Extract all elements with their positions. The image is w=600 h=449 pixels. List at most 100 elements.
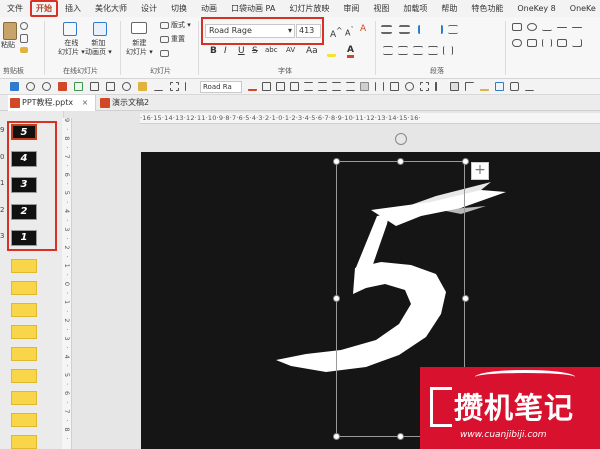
quick-align-left-icon[interactable]	[304, 82, 313, 91]
resize-handle-right[interactable]	[462, 295, 469, 302]
reset-button[interactable]: 重置	[171, 35, 185, 44]
tab-ppt-tutorial[interactable]: PPT教程.pptx ×	[8, 95, 96, 111]
align-center-icon[interactable]	[398, 46, 408, 55]
slide-thumbnail[interactable]	[11, 347, 37, 361]
menu-slideshow[interactable]: 幻灯片放映	[282, 0, 336, 17]
new-animation-page-icon[interactable]	[93, 22, 107, 36]
undo-icon[interactable]	[26, 82, 35, 91]
strikethrough-button[interactable]: S	[252, 46, 258, 56]
quick-align-right-icon[interactable]	[332, 82, 341, 91]
shape-freeform-icon[interactable]	[572, 39, 582, 47]
slide-thumbnail[interactable]	[11, 259, 37, 273]
menu-review[interactable]: 审阅	[336, 0, 366, 17]
new-slide-button[interactable]: 新建 幻灯片 ▾	[126, 39, 153, 57]
quick-fill-icon[interactable]	[480, 82, 489, 91]
save-icon[interactable]	[10, 82, 19, 91]
menu-animations[interactable]: 动画	[194, 0, 224, 17]
slide-thumbnail-panel[interactable]: 9 5 0 4 1 3 2 2 3 1	[0, 111, 64, 449]
slide-thumbnail[interactable]: 3	[11, 177, 37, 193]
new-slide-icon[interactable]	[131, 22, 147, 34]
guides-icon[interactable]	[185, 82, 194, 91]
shape-brace-icon[interactable]	[542, 39, 552, 47]
quick-align-objects-icon[interactable]	[435, 82, 444, 91]
cut-icon[interactable]	[20, 22, 28, 30]
shape-triangle-icon[interactable]	[542, 23, 552, 31]
slide-thumbnail[interactable]: 4	[11, 151, 37, 167]
new-animation-page-button[interactable]: 新加 动画页 ▾	[85, 39, 112, 57]
reset-icon[interactable]	[160, 36, 169, 43]
menu-design[interactable]: 设计	[134, 0, 164, 17]
columns-icon[interactable]	[443, 46, 453, 55]
shape-oval-icon[interactable]	[527, 23, 537, 31]
slide-thumbnail[interactable]	[11, 413, 37, 427]
menu-help[interactable]: 帮助	[434, 0, 464, 17]
quick-decrease-font-icon[interactable]	[276, 82, 285, 91]
layout-icon[interactable]	[160, 22, 169, 29]
shape-star-icon[interactable]	[527, 39, 537, 47]
slide-thumbnail[interactable]	[11, 369, 37, 383]
clear-format-button[interactable]: A	[360, 25, 366, 34]
quick-effects-icon[interactable]	[510, 82, 519, 91]
shape-line-icon[interactable]	[557, 27, 567, 28]
slide-thumbnail[interactable]	[11, 303, 37, 317]
menu-transitions[interactable]: 切换	[164, 0, 194, 17]
redo-icon[interactable]	[42, 82, 51, 91]
menu-home[interactable]: 开始	[30, 0, 58, 17]
quick-more-icon[interactable]	[525, 82, 534, 91]
resize-handle-left[interactable]	[333, 295, 340, 302]
menu-beautify[interactable]: 美化大师	[88, 0, 134, 17]
layout-button[interactable]: 版式 ▾	[171, 21, 191, 30]
quick-align-center-icon[interactable]	[318, 82, 327, 91]
paste-button[interactable]: 粘贴	[1, 41, 15, 50]
slide-thumbnail[interactable]	[11, 281, 37, 295]
resize-handle-top-left[interactable]	[333, 158, 340, 165]
quick-rotate-icon[interactable]	[405, 82, 414, 91]
quick-columns-icon[interactable]	[390, 82, 399, 91]
quick-group-icon[interactable]	[420, 82, 429, 91]
change-case-button[interactable]: Aa	[306, 46, 318, 56]
insert-picture-icon[interactable]	[74, 82, 83, 91]
slide-thumbnail[interactable]	[11, 391, 37, 405]
format-painter-icon[interactable]	[20, 47, 28, 53]
menu-view[interactable]: 视图	[366, 0, 396, 17]
menu-addins[interactable]: 加载项	[396, 0, 434, 17]
quick-justify-icon[interactable]	[346, 82, 355, 91]
highlight-icon[interactable]	[327, 47, 336, 57]
menu-onekey8[interactable]: OneKey 8	[510, 0, 562, 17]
decrease-indent-icon[interactable]	[418, 25, 428, 34]
menu-insert[interactable]: 插入	[58, 0, 88, 17]
quick-align-active-icon[interactable]	[360, 82, 369, 91]
online-slides-button[interactable]: 在线 幻灯片 ▾	[58, 39, 85, 57]
justify-icon[interactable]	[428, 46, 438, 55]
font-size-select[interactable]: 413	[296, 24, 321, 38]
shape-rectangle-icon[interactable]	[512, 23, 522, 31]
paste-icon[interactable]	[3, 22, 17, 40]
slide-thumbnail[interactable]	[11, 325, 37, 339]
resize-handle-bottom[interactable]	[397, 433, 404, 440]
shape-arrow-icon[interactable]	[572, 27, 582, 28]
quick-font-color-icon[interactable]	[248, 82, 257, 91]
increase-indent-icon[interactable]	[433, 25, 443, 34]
align-right-icon[interactable]	[413, 46, 423, 55]
char-spacing-icon[interactable]	[154, 82, 163, 91]
menu-pocket-animation[interactable]: 口袋动画 PA	[224, 0, 282, 17]
quick-arrange-icon[interactable]	[450, 82, 459, 91]
slide-thumbnail[interactable]: 5	[11, 124, 37, 140]
bold-button[interactable]: B	[210, 46, 217, 56]
quick-bold-icon[interactable]	[290, 82, 299, 91]
menu-onekey-more[interactable]: OneKe	[563, 0, 600, 17]
start-show-icon[interactable]	[58, 82, 67, 91]
align-left-icon[interactable]	[383, 46, 393, 55]
font-color-button[interactable]: A	[347, 46, 354, 58]
resize-handle-bottom-left[interactable]	[333, 433, 340, 440]
quick-font-select[interactable]: Road Ra	[200, 81, 242, 93]
format-painter-icon[interactable]	[138, 82, 147, 91]
slide-thumbnail[interactable]: 1	[11, 230, 37, 246]
resize-handle-top[interactable]	[397, 158, 404, 165]
insert-shape-icon[interactable]	[122, 82, 131, 91]
menu-file[interactable]: 文件	[0, 0, 30, 17]
close-icon[interactable]: ×	[82, 98, 89, 107]
insert-textbox-icon[interactable]	[106, 82, 115, 91]
underline-button[interactable]: U	[238, 46, 245, 56]
slide-thumbnail[interactable]: 2	[11, 204, 37, 220]
